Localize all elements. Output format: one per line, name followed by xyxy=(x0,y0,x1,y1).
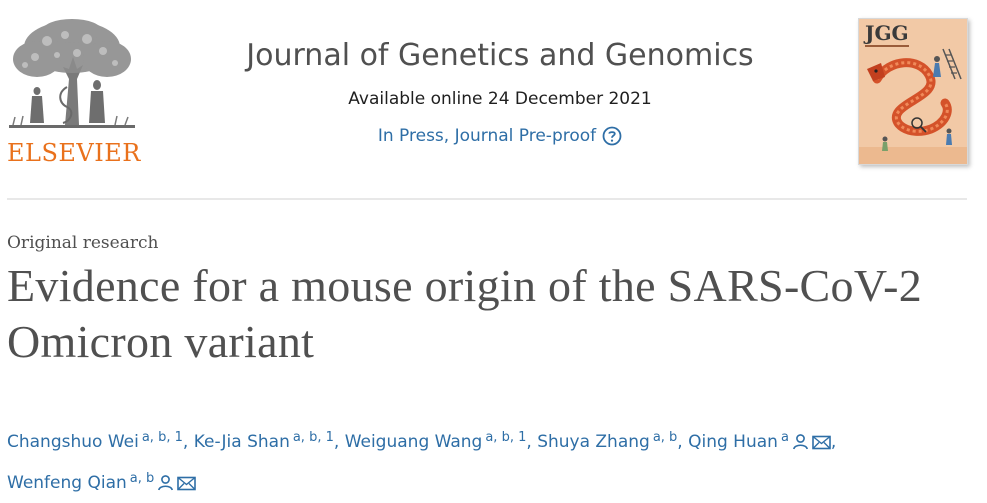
envelope-icon[interactable] xyxy=(812,428,831,462)
author-affiliation[interactable]: a, b, 1 xyxy=(142,430,183,445)
author-name[interactable]: Ke-Jia Shan xyxy=(194,432,290,452)
envelope-icon[interactable] xyxy=(177,469,197,503)
elsevier-wordmark: ELSEVIER xyxy=(7,139,141,167)
elsevier-logo[interactable]: ELSEVIER xyxy=(7,17,141,167)
help-icon[interactable] xyxy=(602,126,622,146)
status-text[interactable]: In Press, Journal Pre-proof xyxy=(378,125,596,147)
article-type-label: Original research xyxy=(7,233,159,253)
author-item[interactable]: Qing Huan a, xyxy=(688,430,837,452)
author-item[interactable]: Ke-Jia Shan a, b, 1, xyxy=(194,430,340,452)
author-item[interactable]: Shuya Zhang a, b, xyxy=(537,430,683,452)
author-name[interactable]: Changshuo Wei xyxy=(7,432,139,452)
journal-status[interactable]: In Press, Journal Pre-proof xyxy=(190,125,810,147)
author-separator: , xyxy=(526,432,532,452)
author-name[interactable]: Weiguang Wang xyxy=(345,432,483,452)
author-affiliation[interactable]: a, b xyxy=(130,471,154,486)
author-name[interactable]: Shuya Zhang xyxy=(537,432,650,452)
person-icon[interactable] xyxy=(157,469,174,503)
journal-cover-image[interactable]: JGG xyxy=(858,18,968,165)
author-affiliation[interactable]: a, b, 1 xyxy=(485,430,526,445)
author-item[interactable]: Weiguang Wang a, b, 1, xyxy=(345,430,532,452)
author-item[interactable]: Wenfeng Qian a, b xyxy=(7,471,197,493)
author-affiliation[interactable]: a, b xyxy=(653,430,677,445)
article-title: Evidence for a mouse origin of the SARS-… xyxy=(7,260,923,367)
person-icon[interactable] xyxy=(792,428,809,462)
author-affiliation[interactable]: a, b, 1 xyxy=(293,430,334,445)
journal-title-link[interactable]: Journal of Genetics and Genomics xyxy=(190,36,810,76)
author-item[interactable]: Changshuo Wei a, b, 1, xyxy=(7,430,189,452)
author-separator: , xyxy=(830,432,837,452)
availability-date: Available online 24 December 2021 xyxy=(348,89,652,109)
cover-journal-abbrev: JGG xyxy=(865,21,909,45)
author-affiliation[interactable]: a xyxy=(781,430,789,445)
author-separator: , xyxy=(333,432,340,452)
journal-header: Journal of Genetics and Genomics Availab… xyxy=(190,36,810,147)
elsevier-tree-icon xyxy=(9,19,135,128)
author-separator: , xyxy=(677,432,683,452)
author-list: Changshuo Wei a, b, 1, Ke-Jia Shan a, b, 1… xyxy=(7,421,967,503)
header-divider xyxy=(7,198,967,200)
author-name[interactable]: Wenfeng Qian xyxy=(7,473,127,493)
author-name[interactable]: Qing Huan xyxy=(688,432,778,452)
author-separator: , xyxy=(182,432,189,452)
